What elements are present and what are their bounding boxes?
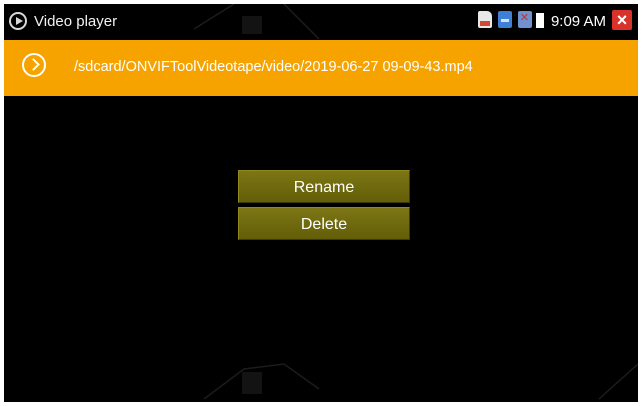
- battery-icon: [536, 13, 544, 28]
- close-button[interactable]: ×: [612, 10, 632, 30]
- clock: 9:09 AM: [550, 13, 606, 30]
- delete-button[interactable]: Delete: [238, 207, 410, 240]
- file-action-menu: Rename Delete: [238, 170, 410, 244]
- forward-arrow-icon[interactable]: [22, 53, 46, 77]
- app-title: Video player: [34, 13, 118, 30]
- status-bar: Video player 9:09 AM ×: [4, 4, 638, 40]
- file-path-bar: /sdcard/ONVIFToolVideotape/video/2019-06…: [4, 40, 638, 96]
- sd-card-icon: [478, 11, 492, 28]
- play-circle-icon: [9, 12, 27, 30]
- download-icon: [498, 11, 512, 28]
- rename-button[interactable]: Rename: [238, 170, 410, 203]
- image-error-icon: [518, 9, 532, 28]
- file-path: /sdcard/ONVIFToolVideotape/video/2019-06…: [74, 59, 473, 75]
- video-player-window: Video player 9:09 AM × /sdcard/ONVIFTool…: [4, 4, 638, 402]
